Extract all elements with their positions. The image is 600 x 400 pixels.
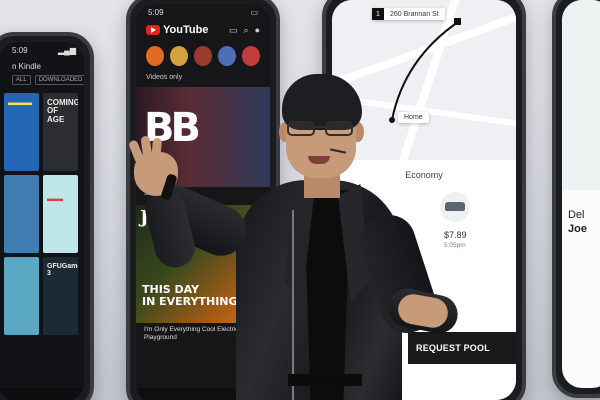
cast-icon[interactable]: ▭: [229, 25, 238, 36]
youtube-section-label: Videos only: [146, 74, 183, 81]
finger: [150, 137, 163, 163]
channel-avatar[interactable]: [218, 46, 236, 66]
vehicle-class-label[interactable]: Economy: [332, 170, 516, 180]
right-phone-screen: Del Joe: [562, 0, 600, 388]
channel-avatar[interactable]: [146, 46, 164, 66]
thumbnail-title-line: IN EVERYTHING: [142, 295, 238, 309]
jacket-zipper: [292, 210, 294, 400]
book-cover[interactable]: [4, 257, 39, 335]
kindle-tab-all[interactable]: ALL: [12, 75, 31, 85]
youtube-logo-text: YouTube: [163, 24, 209, 36]
glasses-lens: [325, 121, 353, 136]
map-pickup-pin[interactable]: 1 260 Brannan St: [372, 8, 445, 20]
phone-right: Del Joe: [552, 0, 600, 398]
youtube-toolbar: ▭ ⌕ ●: [229, 25, 260, 36]
request-pool-button[interactable]: REQUEST POOL: [408, 332, 516, 364]
kindle-tab-downloaded[interactable]: DOWNLOADED: [34, 75, 84, 85]
search-icon[interactable]: ⌕: [244, 25, 249, 36]
kindle-screen-title: n Kindle: [12, 62, 41, 71]
right-phone-line: Del: [568, 209, 585, 221]
kindle-status-time: 5:09: [12, 45, 28, 55]
youtube-logo[interactable]: YouTube: [146, 24, 208, 36]
signal-icon: ▂▄▆: [58, 45, 76, 55]
kindle-tabs: ALL DOWNLOADED: [0, 73, 84, 89]
car-icon[interactable]: [440, 192, 470, 222]
right-phone-text: Del Joe: [568, 208, 587, 237]
pickup-address: 260 Brannan St: [390, 10, 439, 18]
glasses-bridge: [315, 126, 325, 128]
right-phone-line: Joe: [568, 223, 587, 236]
right-phone-map: [562, 0, 600, 190]
phone-kindle: 5:09 ▂▄▆ n Kindle ALL DOWNLOADED ▬▬▬ COM…: [0, 32, 94, 400]
youtube-subscriptions-row: [136, 40, 270, 72]
battery-icon: ▭: [250, 7, 258, 17]
belt: [288, 374, 362, 386]
youtube-logo-icon: [146, 25, 160, 35]
book-cover[interactable]: GFUGame 3: [43, 257, 78, 335]
book-cover[interactable]: ▬▬▬: [4, 93, 39, 171]
account-icon[interactable]: ●: [255, 25, 260, 36]
thumbnail-title: THIS DAY IN EVERYTHING: [142, 283, 238, 309]
kindle-screen: 5:09 ▂▄▆ n Kindle ALL DOWNLOADED ▬▬▬ COM…: [0, 42, 84, 400]
kindle-bottom-nav: [0, 388, 84, 400]
kindle-book-grid: ▬▬▬ COMING OF AGE ▬▬ GFUGame 3: [0, 89, 84, 335]
book-title: GFUGame 3: [47, 263, 78, 278]
channel-avatar[interactable]: [242, 46, 260, 66]
book-cover[interactable]: [4, 175, 39, 253]
map-pin-icon: 1: [372, 8, 384, 20]
youtube-header: YouTube ▭ ⌕ ●: [136, 20, 270, 40]
youtube-status-time: 5:09: [148, 7, 164, 17]
stage-photo: 5:09 ▂▄▆ n Kindle ALL DOWNLOADED ▬▬▬ COM…: [0, 0, 600, 400]
ride-price: $7.89: [444, 230, 467, 240]
channel-avatar[interactable]: [170, 46, 188, 66]
map-home-pin[interactable]: Home: [398, 112, 429, 123]
glasses-icon: [287, 121, 353, 137]
book-title: COMING OF AGE: [47, 98, 78, 124]
kindle-status-bar: 5:09 ▂▄▆: [0, 42, 84, 58]
book-cover[interactable]: ▬▬: [43, 175, 78, 253]
ride-eta: 5:05pm: [444, 242, 466, 249]
book-cover[interactable]: COMING OF AGE: [43, 93, 78, 171]
youtube-status-bar: 5:09 ▭: [136, 4, 270, 20]
channel-avatar[interactable]: [194, 46, 212, 66]
glasses-lens: [287, 121, 315, 136]
